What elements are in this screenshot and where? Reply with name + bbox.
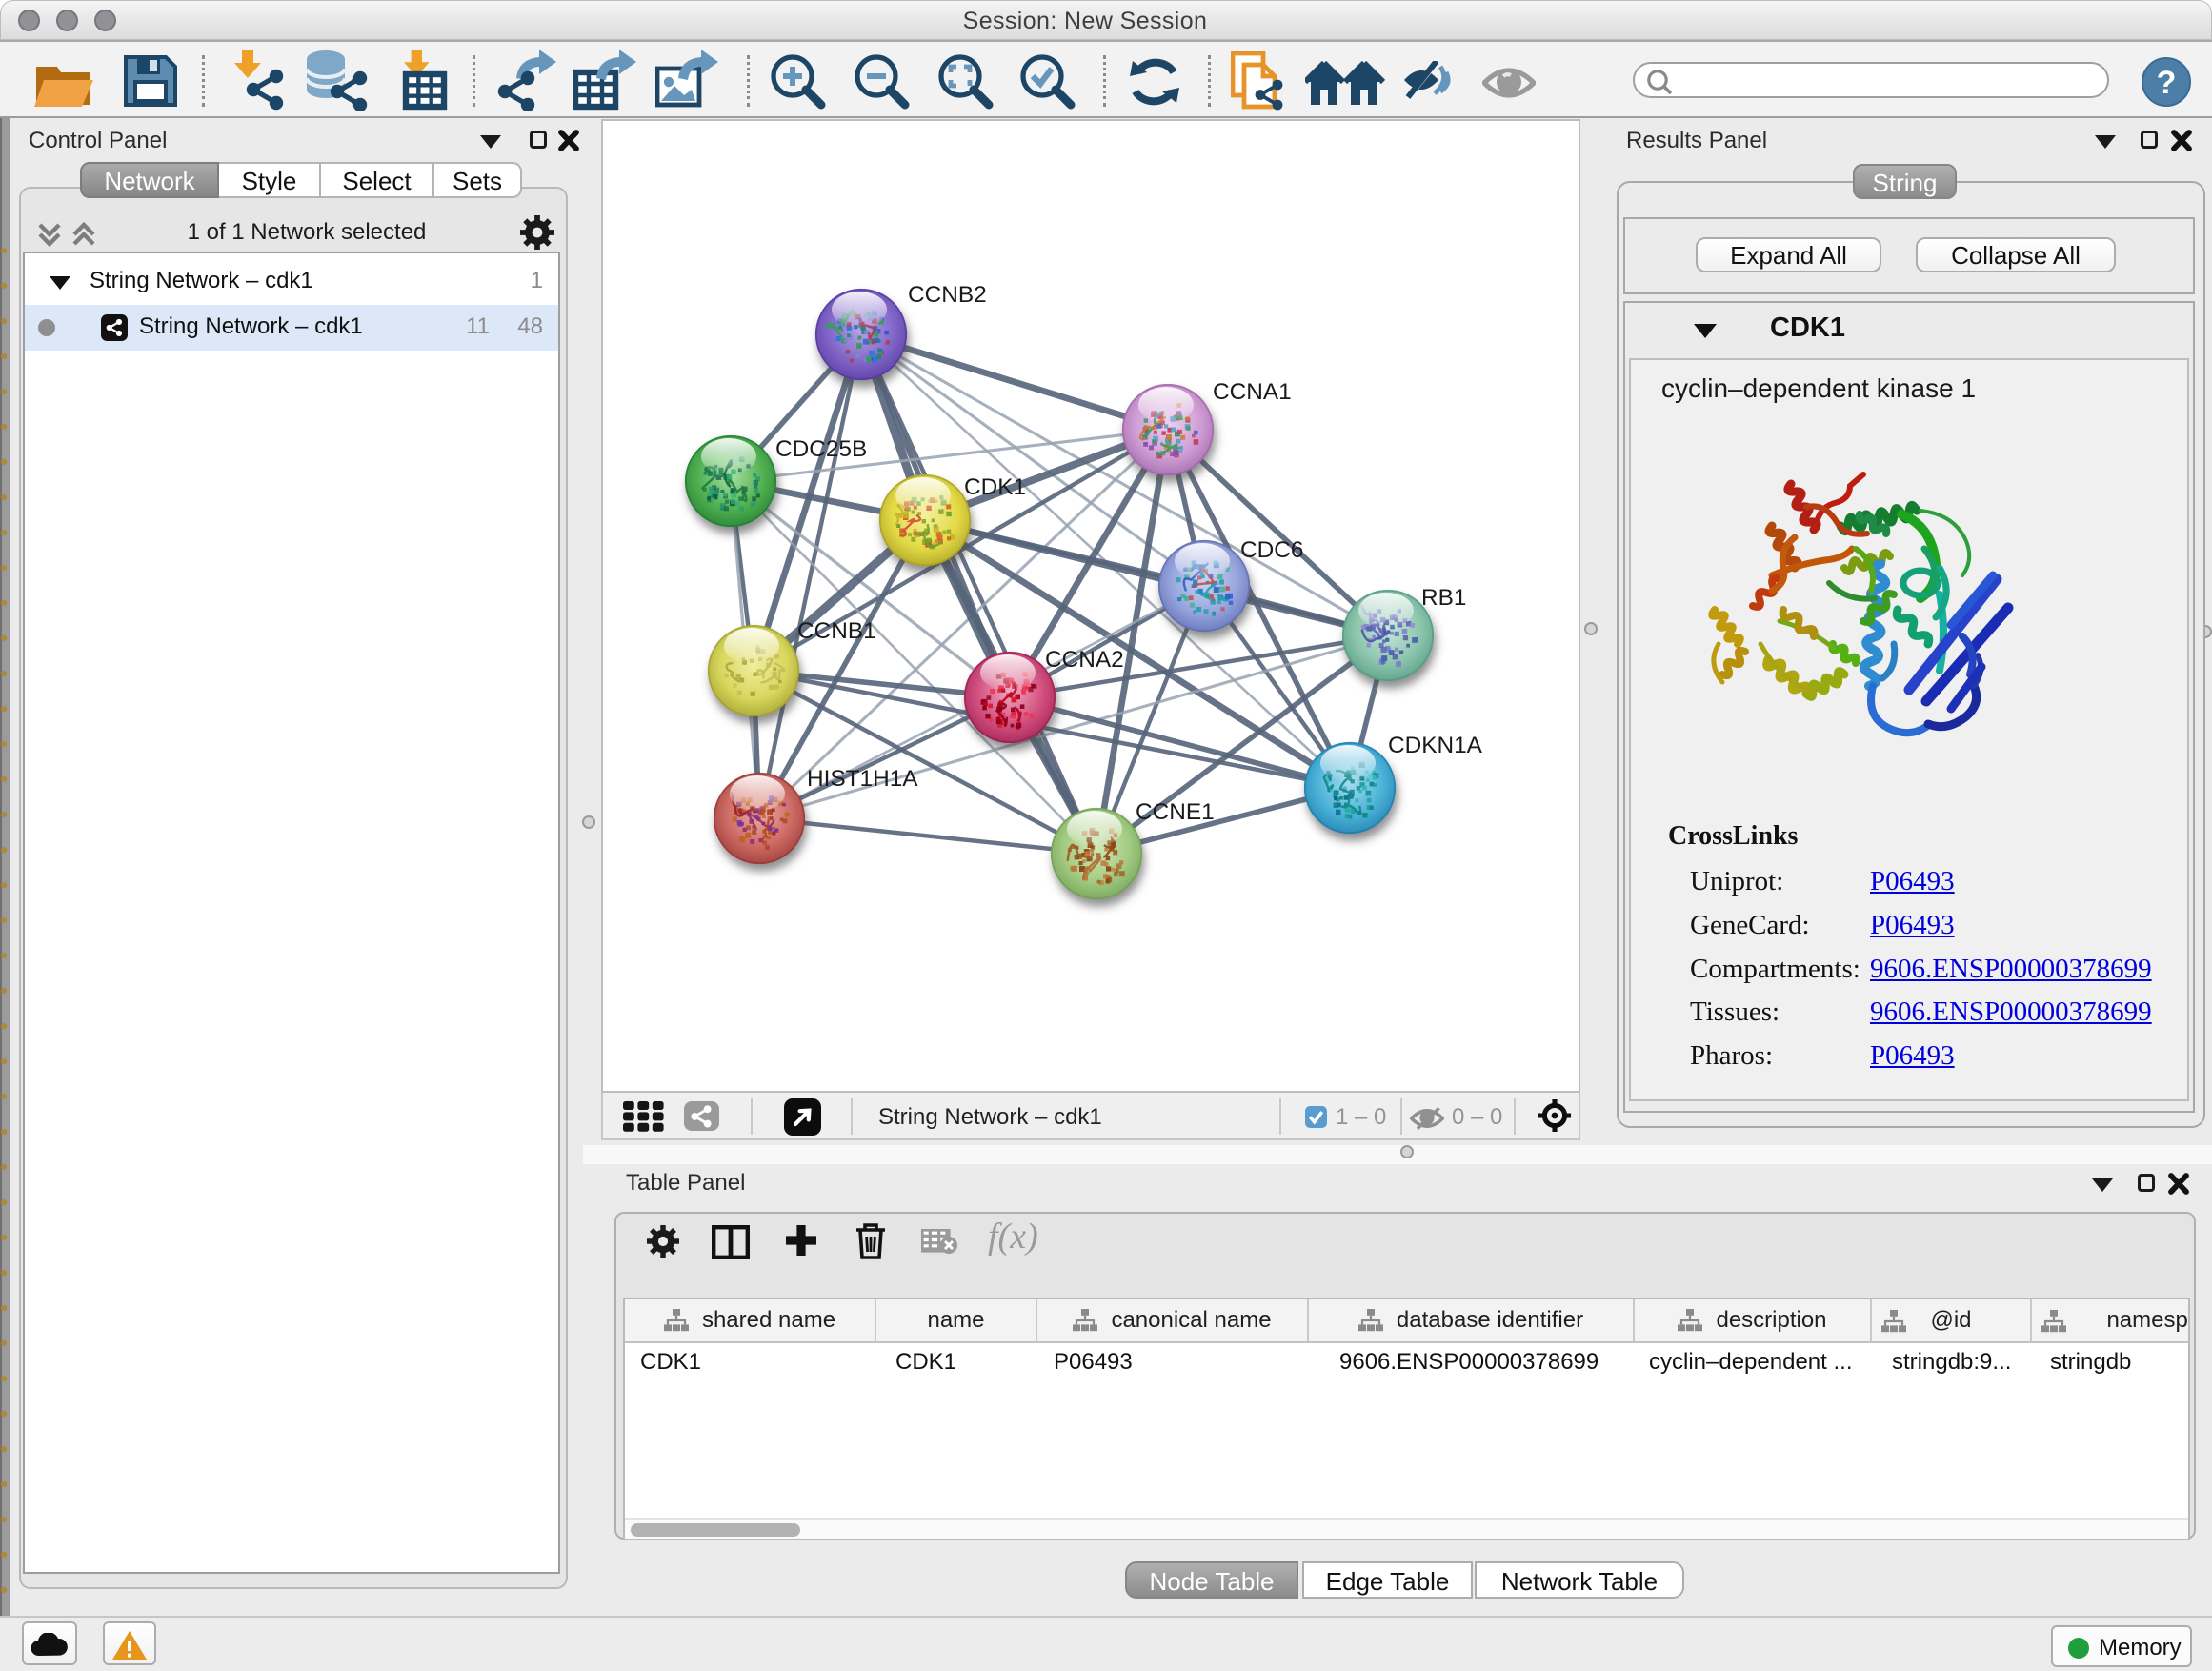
svg-text:RB1: RB1: [1421, 585, 1466, 611]
svg-text:CCNB1: CCNB1: [797, 618, 876, 644]
svg-text:CDKN1A: CDKN1A: [1388, 733, 1483, 758]
svg-text:CCNA2: CCNA2: [1045, 647, 1124, 673]
svg-text:CCNE1: CCNE1: [1136, 799, 1215, 825]
svg-text:CCNB2: CCNB2: [908, 282, 987, 308]
svg-text:HIST1H1A: HIST1H1A: [807, 766, 918, 792]
svg-text:CDC6: CDC6: [1240, 537, 1303, 563]
svg-text:CDC25B: CDC25B: [775, 436, 867, 462]
svg-text:CCNA1: CCNA1: [1213, 379, 1292, 405]
svg-text:?: ?: [2157, 65, 2177, 101]
svg-text:CDK1: CDK1: [964, 474, 1026, 500]
